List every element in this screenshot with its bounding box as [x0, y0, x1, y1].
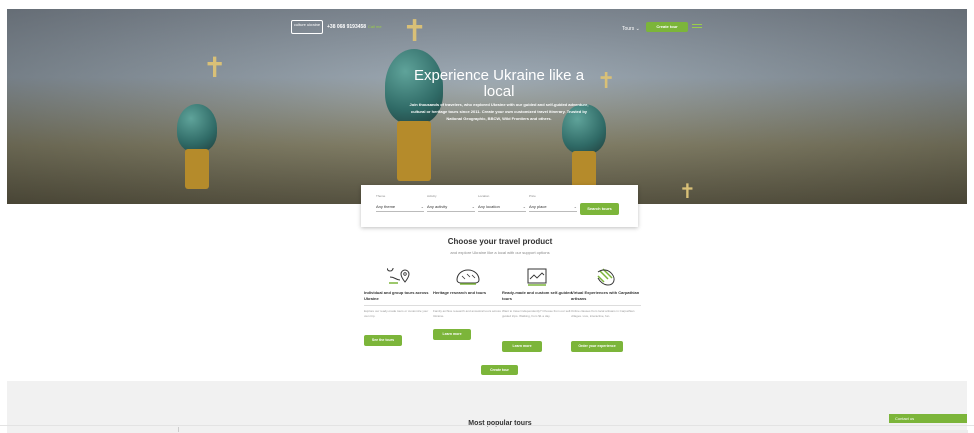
chevron-down-icon: ⌄ [471, 204, 475, 209]
dome-gold-trim [185, 149, 209, 189]
card-title: Individual and group tours across Ukrain… [364, 290, 429, 301]
chevron-down-icon: ⌄ [420, 204, 424, 209]
price-filter[interactable]: Price Any place ⌄ [529, 194, 577, 212]
bread-icon [433, 268, 503, 286]
card-description: Explore our ready-made tours or customiz… [364, 309, 429, 318]
product-card-heritage: Heritage research and tours Family archi… [433, 268, 503, 319]
hero-title: Experience Ukraine like a local [413, 67, 585, 100]
location-filter[interactable]: Location Any location ⌄ [478, 194, 526, 212]
create-tour-button-secondary[interactable]: Create tour [481, 365, 518, 375]
theme-label: Theme [376, 194, 386, 198]
products-subtitle: and explore Ukraine like a local with ou… [450, 250, 550, 255]
phone-number[interactable]: +38 068 9193458 [327, 24, 366, 30]
chevron-down-icon: ⌄ [635, 26, 640, 32]
contact-us-widget[interactable]: Contact us [889, 414, 967, 423]
tours-menu[interactable]: Tours ⌄ [622, 26, 640, 32]
activity-value: Any activity [427, 204, 448, 209]
theme-filter[interactable]: Theme Any theme ⌄ [376, 194, 424, 212]
hamburger-menu-icon[interactable] [692, 24, 702, 30]
card-title: Virtual Experiences with Carpathian arti… [571, 290, 640, 301]
activity-label: Activity [427, 194, 437, 198]
hero-subtitle: Join thousands of travelers, who explore… [409, 102, 589, 121]
location-label: Location [478, 194, 490, 198]
card-title: Heritage research and tours [433, 290, 487, 295]
product-card-tours: Individual and group tours across Ukrain… [364, 264, 434, 319]
cross-ornament: ✝ [203, 51, 227, 84]
page-divider [0, 425, 974, 426]
card-divider [364, 305, 434, 306]
card-divider [571, 305, 641, 306]
chevron-down-icon: ⌄ [522, 204, 526, 209]
see-the-tours-button[interactable]: See the tours [364, 335, 402, 346]
product-card-virtual: Virtual Experiences with Carpathian arti… [571, 268, 641, 319]
theme-value: Any theme [376, 204, 396, 209]
divider-tick [178, 427, 179, 432]
learn-more-self-guided-button[interactable]: Learn more [502, 341, 542, 352]
learn-more-heritage-button[interactable]: Learn more [433, 329, 471, 340]
card-description: Family archive research and ancestral to… [433, 309, 501, 318]
location-value: Any location [478, 204, 500, 209]
chevron-down-icon: ⌄ [573, 204, 577, 209]
tour-search-box: Theme Any theme ⌄ Activity Any activity ⌄ … [361, 185, 638, 227]
map-chart-icon [502, 268, 572, 286]
order-experience-button[interactable]: Order your experience [571, 341, 623, 352]
hand-leaf-icon [571, 268, 641, 286]
cross-ornament: ✝ [402, 14, 428, 49]
create-tour-button[interactable]: Create tour [646, 22, 688, 32]
site-logo[interactable]: culture ukraine [291, 20, 323, 34]
route-pin-icon [364, 264, 434, 286]
search-tours-button[interactable]: Search tours [580, 203, 619, 215]
price-value: Any place [529, 204, 547, 209]
card-title: Ready-made and custom self-guided tours [502, 290, 572, 301]
dome-gold-trim [397, 121, 431, 181]
product-card-self-guided: Ready-made and custom self-guided tours … [502, 268, 572, 319]
card-divider [502, 305, 572, 306]
cross-ornament: ✝ [679, 179, 696, 203]
activity-filter[interactable]: Activity Any activity ⌄ [427, 194, 475, 212]
church-dome-left [177, 104, 217, 152]
tours-menu-label: Tours [622, 26, 635, 32]
card-description: Want to travel independently? Choose fro… [502, 309, 572, 318]
callback-link[interactable]: Call me [368, 24, 382, 29]
card-description: Online classes from local artisans in Ca… [571, 309, 635, 318]
price-label: Price [529, 194, 536, 198]
cross-ornament: ✝ [597, 69, 616, 94]
products-title: Choose your travel product [447, 237, 553, 246]
card-divider [433, 305, 503, 306]
